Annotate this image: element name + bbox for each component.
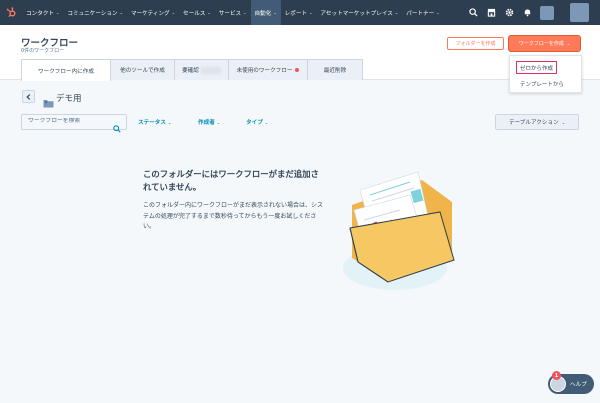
tab-created-in-other-tools[interactable]: 他のツールで作成 <box>110 59 175 80</box>
menu-item-from-scratch[interactable]: ゼロから作成 <box>516 61 558 74</box>
help-label: ヘルプ <box>570 382 587 388</box>
workflow-count: 0件のワークフロー <box>21 48 65 54</box>
menu-item-from-template[interactable]: テンプレートから <box>520 80 564 88</box>
create-workflow-menu: ゼロから作成 テンプレートから <box>509 55 582 93</box>
tab-unused-workflows[interactable]: 未使用のワークフロー <box>228 59 308 80</box>
nav-item-automation[interactable]: 自動化 ⌄ <box>250 0 281 25</box>
folder-icon <box>43 93 54 112</box>
empty-state-title: このフォルダーにはワークフローがまだ追加されていません。 <box>143 169 319 192</box>
search-icon[interactable] <box>464 0 482 25</box>
create-workflow-button[interactable]: ワークフローを作成 ⌄ <box>508 35 581 52</box>
nav-item-service[interactable]: サービス ⌄ <box>215 0 251 25</box>
account-switcher[interactable] <box>540 5 554 20</box>
notifications-icon[interactable] <box>518 0 536 25</box>
creator-filter[interactable]: 作成者 ⌄ <box>198 118 220 126</box>
tab-needs-review[interactable]: 要確認 <box>174 59 229 80</box>
tab-bar: ワークフロー内に作成 他のツールで作成 要確認 未使用のワークフロー 最近削除 <box>21 59 363 81</box>
top-nav: コンタクト ⌄ コミュニケーション ⌄ マーケティング ⌄ セールス ⌄ サービス ⌄ 自… <box>0 0 600 25</box>
chevron-down-icon: ⌄ <box>264 120 269 125</box>
nav-item-partner[interactable]: パートナー ⌄ <box>402 0 443 25</box>
chevron-down-icon: ⌄ <box>216 120 221 125</box>
marketplace-icon[interactable] <box>482 0 500 25</box>
search-field[interactable] <box>21 114 127 133</box>
nav-item-sales[interactable]: セールス ⌄ <box>179 0 215 25</box>
hubspot-logo[interactable] <box>0 0 22 25</box>
gear-icon[interactable] <box>500 0 518 25</box>
chevron-down-icon: ⌄ <box>561 119 566 125</box>
search-icon <box>113 118 121 137</box>
empty-state-description: このフォルダー内にワークフローがまだ表示されない場合は、システムの処理が完了する… <box>143 202 324 230</box>
tab-created-in-workflows[interactable]: ワークフロー内に作成 <box>21 59 111 81</box>
type-filter[interactable]: タイプ ⌄ <box>246 118 268 126</box>
nav-item-contacts[interactable]: コンタクト ⌄ <box>22 0 63 25</box>
tab-recently-deleted[interactable]: 最近削除 <box>307 59 363 80</box>
alert-dot-icon <box>295 68 300 72</box>
nav-item-marketing[interactable]: マーケティング ⌄ <box>127 0 179 25</box>
nav-item-reports[interactable]: レポート ⌄ <box>281 0 317 25</box>
status-filter[interactable]: ステータス ⌄ <box>138 118 171 126</box>
table-actions-button[interactable]: テーブルアクション ⌄ <box>495 114 579 130</box>
chevron-left-icon <box>26 93 31 100</box>
create-folder-button[interactable]: フォルダーを作成 <box>447 37 504 50</box>
create-workflow-label: ワークフローを作成 <box>518 41 564 47</box>
chevron-down-icon: ⌄ <box>167 120 172 125</box>
avatar[interactable] <box>570 3 589 22</box>
back-button[interactable] <box>22 90 35 103</box>
chevron-down-icon: ⌄ <box>566 41 571 46</box>
folder-name: デモ用 <box>56 94 82 104</box>
nav-item-conversations[interactable]: コミュニケーション ⌄ <box>63 0 127 25</box>
help-badge: 1 <box>552 371 561 380</box>
blurred-count <box>200 66 221 74</box>
search-input[interactable] <box>28 118 108 124</box>
empty-folder-illustration <box>330 150 460 299</box>
nav-item-asset-marketplace[interactable]: アセットマーケットプレイス ⌄ <box>316 0 402 25</box>
